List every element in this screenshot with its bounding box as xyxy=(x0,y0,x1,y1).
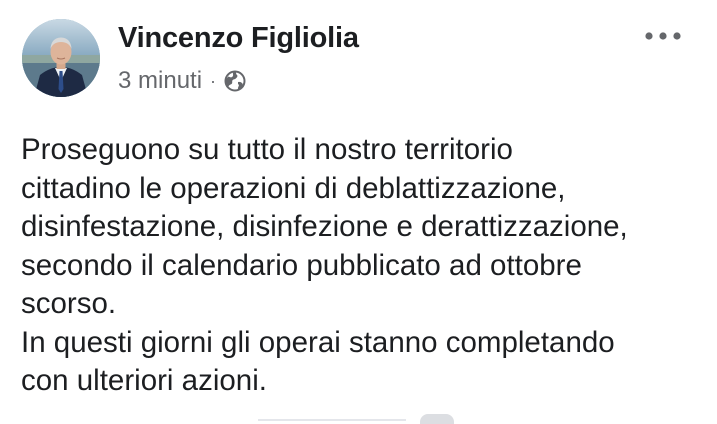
post-text: Proseguono su tutto il nostro territorio… xyxy=(21,133,628,397)
avatar[interactable] xyxy=(22,19,100,97)
post-meta: 3 minuti · xyxy=(118,66,246,96)
ellipsis-icon xyxy=(645,32,681,40)
more-options-button[interactable] xyxy=(641,24,685,48)
partial-element xyxy=(420,414,454,424)
facebook-post: Vincenzo Figliolia 3 minuti · Proseguono… xyxy=(0,0,717,424)
author-name[interactable]: Vincenzo Figliolia xyxy=(118,22,359,55)
meta-separator: · xyxy=(210,71,217,91)
post-timestamp[interactable]: 3 minuti xyxy=(118,67,202,95)
avatar-photo xyxy=(22,19,100,97)
globe-icon[interactable] xyxy=(224,70,246,92)
